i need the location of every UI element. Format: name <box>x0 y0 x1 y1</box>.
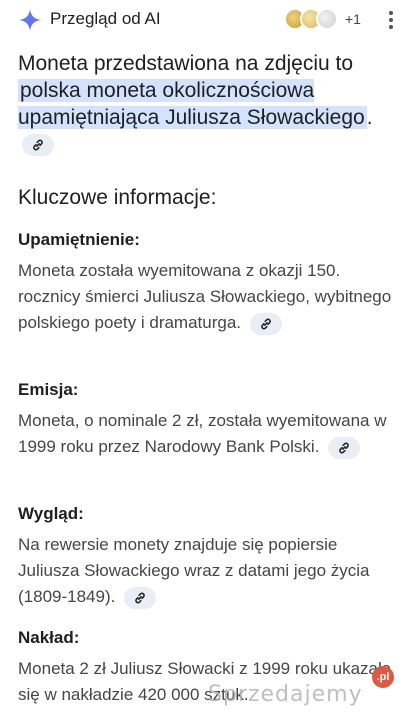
intro-highlight[interactable]: polska moneta okolicznościowa upamiętnia… <box>18 79 367 129</box>
item-text: Moneta została wyemitowana z okazji 150.… <box>18 258 398 336</box>
section-title: Kluczowe informacje: <box>18 186 217 209</box>
item-heading: Nakład: <box>18 628 80 647</box>
intro-suffix: . <box>366 106 373 129</box>
link-icon <box>135 592 145 603</box>
link-icon <box>339 442 349 453</box>
link-chip[interactable] <box>22 134 54 157</box>
more-options-icon[interactable] <box>388 9 394 29</box>
item-text: Na rewersie monety znajduje się popiersi… <box>18 532 398 610</box>
link-chip[interactable] <box>328 436 361 459</box>
watermark-badge: .pl <box>372 666 394 688</box>
intro-paragraph: Moneta przedstawiona na zdjęciu to polsk… <box>18 50 408 158</box>
watermark-text: Sprzedajemy <box>208 682 363 707</box>
link-icon <box>260 318 271 329</box>
link-chip[interactable] <box>124 586 157 609</box>
item-heading: Wygląd: <box>18 504 84 523</box>
link-icon <box>33 140 43 151</box>
link-chip[interactable] <box>249 312 282 335</box>
intro-prefix: Moneta przedstawiona na zdjęciu to <box>18 52 354 75</box>
item-heading: Upamiętnienie: <box>18 230 140 249</box>
info-item-wyglad: Wygląd: Na rewersie monety znajduje się … <box>18 502 398 610</box>
ai-overview-title: Przegląd od AI <box>50 9 161 28</box>
source-thumbnail[interactable] <box>316 8 338 30</box>
item-heading: Emisja: <box>18 380 79 399</box>
more-sources-count[interactable]: +1 <box>345 11 361 27</box>
source-avatars[interactable] <box>284 8 344 30</box>
info-item-emisja: Emisja: Moneta, o nominale 2 zł, została… <box>18 378 398 460</box>
item-text: Moneta, o nominale 2 zł, została wyemito… <box>18 408 398 460</box>
info-item-upamietnienie: Upamiętnienie: Moneta została wyemitowan… <box>18 228 398 336</box>
ai-overview-header: Przegląd od AI +1 <box>0 0 416 38</box>
ai-sparkle-icon <box>19 9 41 31</box>
